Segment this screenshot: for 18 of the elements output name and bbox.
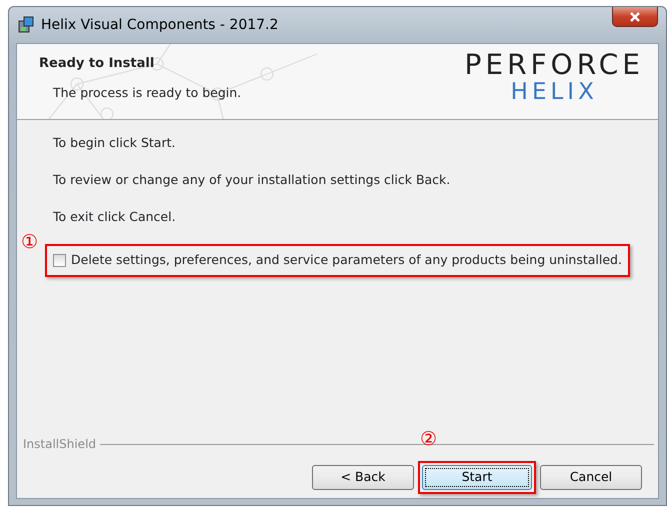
cancel-button[interactable]: Cancel (540, 465, 642, 490)
back-button[interactable]: < Back (312, 465, 414, 490)
instruction-text: To review or change any of your installation settings click Back. (53, 170, 452, 189)
annotation-number: ① (21, 233, 38, 252)
logo-subwordmark: HELIX (510, 80, 599, 104)
window-title: Helix Visual Components - 2017.2 (41, 16, 278, 34)
installer-icon (17, 16, 35, 34)
instruction-text: To exit click Cancel. (53, 208, 177, 226)
delete-settings-checkbox[interactable]: Delete settings, preferences, and service parameters of any products being uninstalled. (45, 244, 630, 277)
start-button[interactable]: Start (422, 465, 532, 490)
page-subtitle: The process is ready to begin. (53, 84, 242, 102)
annotation-number: ② (420, 430, 438, 449)
page-title: Ready to Install (39, 55, 156, 73)
close-icon (630, 12, 640, 22)
brand-label: InstallShield (23, 436, 96, 453)
close-button[interactable] (612, 7, 658, 27)
instruction-text: To begin click Start. (53, 134, 176, 152)
logo-wordmark: PERFORCE (464, 50, 644, 80)
